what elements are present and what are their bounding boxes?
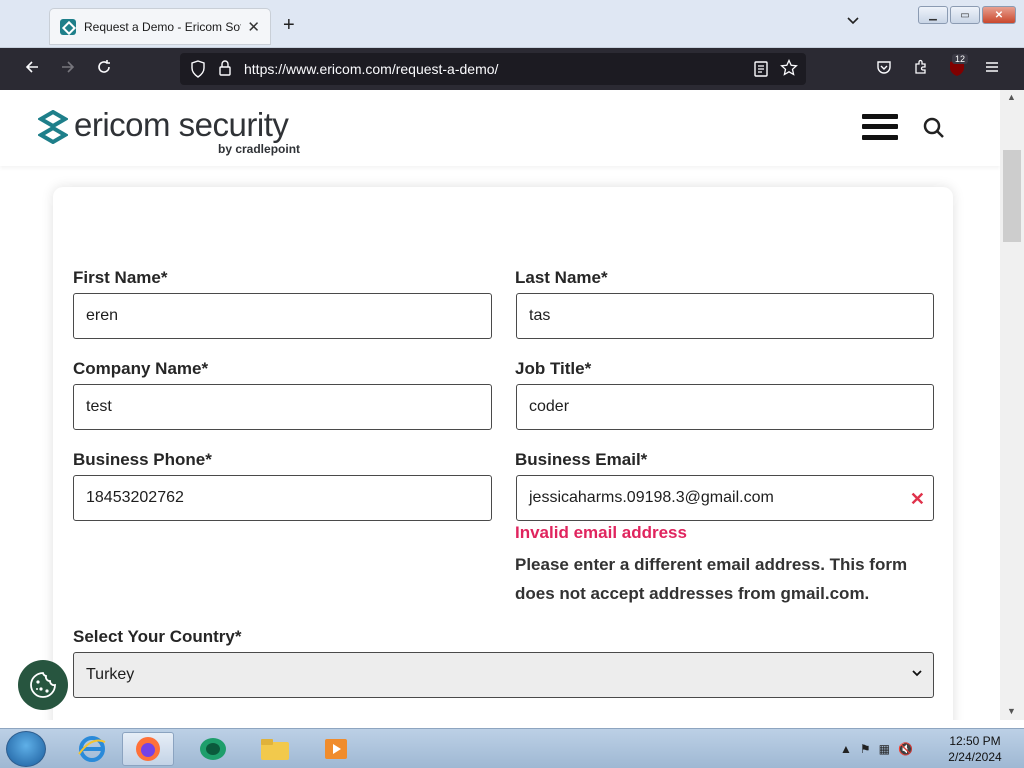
chevron-down-icon xyxy=(911,667,923,682)
back-icon[interactable] xyxy=(22,59,42,80)
last-name-label: Last Name* xyxy=(515,268,608,287)
clock-date: 2/24/2024 xyxy=(948,750,1002,764)
company-name-label: Company Name* xyxy=(73,359,209,378)
lock-icon[interactable] xyxy=(218,60,232,82)
business-email-value: jessicaharms.09198.3@gmail.com xyxy=(529,489,774,506)
pocket-icon[interactable] xyxy=(874,59,894,80)
clock-time: 12:50 PM xyxy=(949,734,1001,748)
last-name-value: tas xyxy=(529,307,551,324)
country-value: Turkey xyxy=(86,666,135,683)
bookmark-star-icon[interactable] xyxy=(780,58,798,82)
business-phone-label: Business Phone* xyxy=(73,450,212,469)
internet-explorer-icon[interactable] xyxy=(66,732,118,766)
close-tab-icon[interactable]: ✕ xyxy=(247,18,260,36)
tab-title: Request a Demo - Ericom Softw xyxy=(84,19,242,34)
firefox-taskbar-icon[interactable] xyxy=(122,732,174,766)
business-phone-value: 18453202762 xyxy=(86,489,184,506)
page-scrollbar[interactable]: ▲ ▼ xyxy=(1000,90,1024,720)
start-button[interactable] xyxy=(6,731,46,767)
email-error-help: Please enter a different email address. … xyxy=(515,555,908,603)
web-page: ericom security by cradlepoint First Nam… xyxy=(0,90,1000,720)
logo-text: ericom security xyxy=(74,106,289,143)
scrollbar-thumb[interactable] xyxy=(1003,150,1021,242)
company-name-value: test xyxy=(86,398,112,415)
extension-count-badge: 12 xyxy=(952,54,969,64)
volume-muted-icon[interactable]: 🔇 xyxy=(898,742,913,756)
ericom-logo-icon xyxy=(38,110,68,144)
minimize-button[interactable]: ▁ xyxy=(918,6,948,24)
first-name-label: First Name* xyxy=(73,268,168,287)
job-title-label: Job Title* xyxy=(515,359,592,378)
media-player-icon[interactable] xyxy=(310,732,362,766)
maximize-button[interactable]: ▭ xyxy=(950,6,980,24)
chevron-down-icon[interactable] xyxy=(846,14,860,31)
first-name-value: eren xyxy=(86,307,119,324)
job-title-value: coder xyxy=(529,398,570,415)
cookie-icon xyxy=(30,672,56,698)
address-bar[interactable]: https://www.ericom.com/request-a-demo/ xyxy=(180,53,806,85)
cookie-settings-button[interactable] xyxy=(18,660,68,710)
business-phone-input[interactable]: 18453202762 xyxy=(73,475,492,521)
shield-icon[interactable] xyxy=(190,60,206,83)
app-taskbar-icon[interactable] xyxy=(187,732,239,766)
job-title-input[interactable]: coder xyxy=(516,384,934,430)
forward-icon[interactable] xyxy=(58,59,78,80)
show-hidden-icons-icon[interactable]: ▲ xyxy=(840,742,852,756)
taskbar-clock[interactable]: 12:50 PM 2/24/2024 xyxy=(940,733,1010,765)
windows-taskbar: ▲ ⚑ ▦ 🔇 12:50 PM 2/24/2024 xyxy=(0,728,1024,768)
ericom-logo[interactable]: ericom security by cradlepoint xyxy=(38,100,308,160)
ericom-favicon-icon xyxy=(60,18,76,35)
window-controls: ▁ ▭ ✕ xyxy=(918,6,1016,24)
company-name-input[interactable]: test xyxy=(73,384,492,430)
logo-subtitle: by cradlepoint xyxy=(218,142,301,156)
error-x-icon: ✕ xyxy=(909,489,925,509)
scroll-up-icon[interactable]: ▲ xyxy=(1007,92,1016,102)
last-name-input[interactable]: tas xyxy=(516,293,934,339)
browser-tab[interactable]: Request a Demo - Ericom Softw ✕ xyxy=(50,9,270,44)
browser-title-bar: Request a Demo - Ericom Softw ✕ + ▁ ▭ ✕ xyxy=(0,0,1024,48)
file-explorer-icon[interactable] xyxy=(249,732,301,766)
search-icon[interactable] xyxy=(922,116,946,140)
reader-view-icon[interactable] xyxy=(754,61,768,82)
business-email-label: Business Email* xyxy=(515,450,648,469)
email-error-message: Invalid email address xyxy=(515,523,687,542)
flag-icon[interactable]: ⚑ xyxy=(860,742,871,756)
country-label: Select Your Country* xyxy=(73,627,242,646)
extensions-icon[interactable] xyxy=(911,59,931,80)
url-text[interactable]: https://www.ericom.com/request-a-demo/ xyxy=(244,61,498,77)
site-header: ericom security by cradlepoint xyxy=(0,90,1000,166)
network-icon[interactable]: ▦ xyxy=(879,742,890,756)
first-name-input[interactable]: eren xyxy=(73,293,492,339)
system-tray: ▲ ⚑ ▦ 🔇 xyxy=(840,731,913,767)
close-window-button[interactable]: ✕ xyxy=(982,6,1016,24)
menu-icon[interactable] xyxy=(982,59,1002,80)
scroll-down-icon[interactable]: ▼ xyxy=(1007,706,1016,716)
business-email-input[interactable]: jessicaharms.09198.3@gmail.com ✕ xyxy=(516,475,934,521)
reload-icon[interactable] xyxy=(94,59,114,80)
country-select[interactable]: Turkey xyxy=(73,652,934,698)
browser-toolbar: https://www.ericom.com/request-a-demo/ 1… xyxy=(0,48,1024,90)
hamburger-menu-button[interactable] xyxy=(862,112,898,142)
new-tab-icon[interactable]: + xyxy=(283,14,295,37)
